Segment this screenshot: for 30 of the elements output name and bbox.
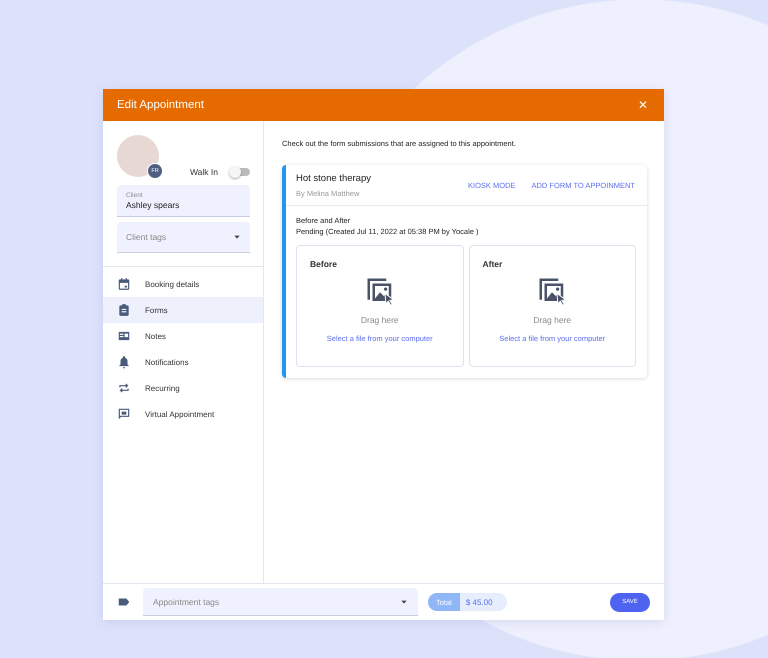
client-name: Ashley spears — [126, 200, 180, 210]
dropdown-caret-icon — [400, 598, 408, 606]
sidebar-item[interactable]: Recurring — [103, 375, 263, 401]
appointment-tags-placeholder: Appointment tags — [153, 596, 220, 606]
client-tags-field[interactable]: Client tags — [117, 222, 250, 253]
drag-hint: Drag here — [533, 315, 572, 325]
avatar-circle — [117, 135, 159, 177]
notes-icon — [117, 329, 131, 343]
calendar-icon — [117, 277, 131, 291]
form-title: Hot stone therapy — [296, 173, 372, 184]
walk-in-label: Walk In — [190, 167, 218, 177]
chat-screen-icon — [117, 407, 131, 421]
sidebar-item[interactable]: Virtual Appointment — [103, 401, 263, 427]
walk-in-toggle[interactable] — [230, 168, 250, 176]
total-amount: $ 45.00 — [460, 593, 507, 611]
bell-icon — [117, 355, 131, 369]
sidebar-item[interactable]: Forms — [103, 297, 263, 323]
upload-title: Before — [310, 259, 337, 269]
client-tags-placeholder: Client tags — [126, 232, 166, 242]
sidebar-item[interactable]: Booking details — [103, 271, 263, 297]
dropdown-caret-icon — [233, 233, 241, 241]
sidebar-item[interactable]: Notifications — [103, 349, 263, 375]
clipboard-icon — [117, 303, 131, 317]
appointment-tags-field[interactable]: Appointment tags — [143, 588, 418, 616]
drag-hint: Drag here — [360, 315, 399, 325]
close-button[interactable]: ✕ — [634, 98, 652, 112]
sidebar-item[interactable]: Notes — [103, 323, 263, 349]
dialog-title: Edit Appointment — [117, 99, 204, 111]
upload-title: After — [482, 259, 502, 269]
repeat-icon — [117, 381, 131, 395]
